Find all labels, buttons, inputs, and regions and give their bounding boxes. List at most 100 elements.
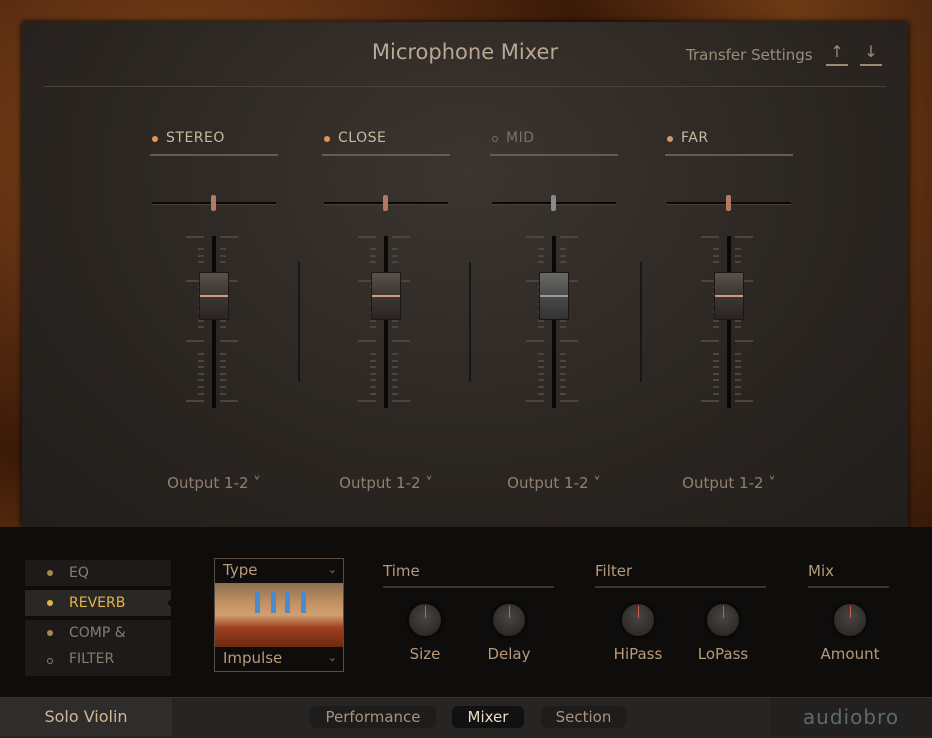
output-dropdown[interactable]: Output 1-2 ˅ — [665, 474, 793, 492]
pan-slider[interactable] — [324, 195, 448, 211]
fader-line — [200, 295, 228, 298]
pan-slider[interactable] — [492, 195, 616, 211]
pan-handle[interactable] — [551, 195, 556, 211]
fader-tick — [735, 366, 741, 368]
fader-tick — [538, 326, 544, 328]
fader-tick — [370, 366, 376, 368]
fader-tick — [220, 379, 226, 381]
status-dot-off-icon — [47, 658, 53, 664]
channel-name: FAR — [681, 130, 709, 146]
fader-tick — [560, 320, 566, 322]
chevron-down-icon: ⌄ — [327, 563, 337, 576]
fader-tick — [735, 236, 753, 238]
fader-tick — [560, 386, 566, 388]
fader-handle[interactable] — [199, 272, 229, 321]
tab-comp-filter[interactable]: COMP & FILTER — [25, 620, 171, 676]
status-dot-icon — [47, 630, 53, 636]
fader-tick — [220, 393, 226, 395]
impulse-dropdown[interactable]: Impulse ⌄ — [215, 647, 343, 671]
channel-toggle[interactable]: FAR — [665, 130, 793, 156]
upload-icon[interactable]: ↑ — [826, 42, 848, 66]
fader-tick — [560, 379, 566, 381]
fader-tick — [538, 261, 544, 263]
delay-knob[interactable] — [492, 603, 526, 637]
output-dropdown[interactable]: Output 1-2 ˅ — [322, 474, 450, 492]
channel-toggle[interactable]: STEREO — [150, 130, 278, 156]
channel-toggle[interactable]: CLOSE — [322, 130, 450, 156]
type-dropdown[interactable]: Type ⌄ — [215, 559, 343, 583]
fader-tick — [538, 373, 544, 375]
amount-knob[interactable] — [833, 603, 867, 637]
fader-tick — [220, 353, 226, 355]
fader-tick — [538, 366, 544, 368]
fader-tick — [392, 261, 398, 263]
fader-handle[interactable] — [371, 272, 401, 321]
fader-tick — [220, 400, 238, 402]
fader-tick — [560, 340, 578, 342]
channel-divider — [640, 262, 642, 382]
fader-tick — [538, 360, 544, 362]
output-dropdown[interactable]: Output 1-2 ˅ — [490, 474, 618, 492]
channel-name: STEREO — [166, 130, 225, 146]
fader-tick — [370, 393, 376, 395]
pan-slider[interactable] — [152, 195, 276, 211]
status-dot-icon — [47, 600, 53, 606]
tab-mixer[interactable]: Mixer — [452, 706, 524, 728]
fader-tick — [538, 248, 544, 250]
fader-tick — [392, 353, 398, 355]
fader-tick — [186, 400, 204, 402]
fader-tick — [713, 379, 719, 381]
fader-track[interactable] — [212, 236, 216, 408]
fader-tick — [392, 326, 398, 328]
fader-handle[interactable] — [714, 272, 744, 321]
fader-line — [372, 295, 400, 298]
tab-section[interactable]: Section — [541, 706, 626, 728]
output-dropdown[interactable]: Output 1-2 ˅ — [150, 474, 278, 492]
fader-tick — [370, 320, 376, 322]
fader-track[interactable] — [384, 236, 388, 408]
tab-eq[interactable]: EQ — [25, 560, 171, 586]
fader-tick — [198, 326, 204, 328]
pan-handle[interactable] — [726, 195, 731, 211]
fader-line — [540, 295, 568, 298]
hipass-label: HiPass — [613, 645, 663, 663]
download-icon[interactable]: ↓ — [860, 42, 882, 66]
pan-slider[interactable] — [667, 195, 791, 211]
channel-toggle[interactable]: MID — [490, 130, 618, 156]
size-knob[interactable] — [408, 603, 442, 637]
channel-strip-stereo: STEREO Output 1-2 ˅ — [150, 130, 278, 510]
fader-tick — [392, 366, 398, 368]
fader-tick — [392, 255, 398, 257]
fader-tick — [370, 360, 376, 362]
hipass-knob[interactable] — [621, 603, 655, 637]
fader-tick — [713, 393, 719, 395]
fader-tick — [538, 353, 544, 355]
pan-handle[interactable] — [211, 195, 216, 211]
fader-tick — [526, 340, 544, 342]
tab-reverb[interactable]: REVERB — [25, 590, 172, 616]
fader-tick — [735, 379, 741, 381]
tab-label: EQ — [69, 565, 89, 581]
fader-track[interactable] — [727, 236, 731, 408]
fader-tick — [735, 360, 741, 362]
fader-tick — [538, 386, 544, 388]
fader-tick — [392, 386, 398, 388]
fader-tick — [198, 261, 204, 263]
fader-tick — [186, 236, 204, 238]
fader-tick — [701, 236, 719, 238]
fader-tick — [392, 400, 410, 402]
lopass-knob[interactable] — [706, 603, 740, 637]
fader-handle[interactable] — [539, 272, 569, 321]
fader-tick — [392, 340, 410, 342]
fader-tick — [392, 320, 398, 322]
fader-tick — [735, 386, 741, 388]
fader-tick — [735, 393, 741, 395]
fader-tick — [198, 393, 204, 395]
tab-performance[interactable]: Performance — [310, 706, 436, 728]
tab-label: REVERB — [69, 595, 126, 611]
fader-tick — [713, 255, 719, 257]
fader-track[interactable] — [552, 236, 556, 408]
size-label: Size — [409, 645, 441, 663]
fader-tick — [358, 236, 376, 238]
pan-handle[interactable] — [383, 195, 388, 211]
